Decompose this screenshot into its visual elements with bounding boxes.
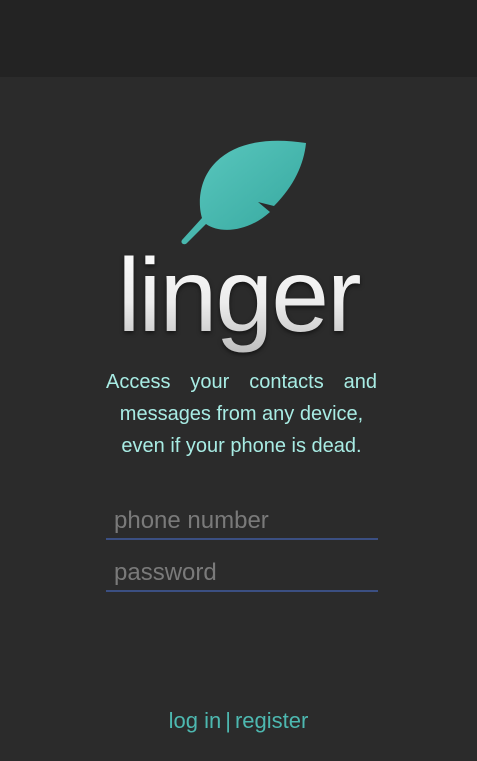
brand-wordmark: linger xyxy=(0,238,477,354)
tagline-line: even if your phone is dead. xyxy=(121,435,362,457)
password-input[interactable] xyxy=(106,556,378,592)
login-link[interactable]: log in xyxy=(169,708,222,733)
leaf-icon xyxy=(181,140,306,245)
status-bar xyxy=(0,0,477,77)
register-link[interactable]: register xyxy=(235,708,308,733)
auth-links: log in | register xyxy=(0,706,477,736)
tagline: Access your contacts and messages from a… xyxy=(106,366,377,462)
link-separator: | xyxy=(225,708,231,733)
phone-number-input[interactable] xyxy=(106,504,378,540)
tagline-line: messages from any device, xyxy=(119,403,364,425)
tagline-line: Access your contacts and xyxy=(106,371,377,393)
